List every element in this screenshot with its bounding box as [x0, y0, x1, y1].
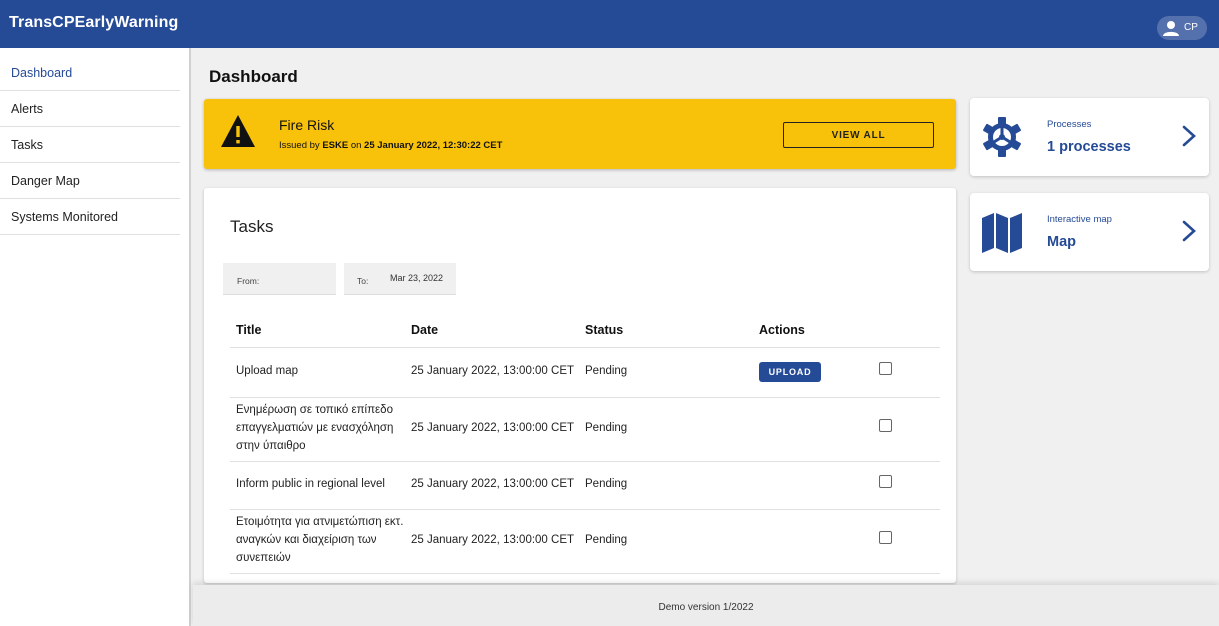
to-date-field[interactable]: To: Mar 23, 2022	[344, 263, 456, 295]
column-header-title[interactable]: Title	[230, 313, 405, 348]
task-select-cell	[863, 347, 940, 398]
task-title: Upload map	[230, 347, 405, 398]
task-status: Pending	[579, 461, 753, 510]
task-actions-cell: UPLOAD	[753, 347, 863, 398]
main-content: Dashboard Fire Risk Issued by ESKE on 25…	[193, 48, 1219, 626]
chevron-right-icon[interactable]	[1181, 219, 1197, 243]
app-title[interactable]: TransCPEarlyWarning	[9, 14, 178, 32]
task-actions-cell	[753, 461, 863, 510]
map-icon	[982, 213, 1022, 253]
table-row: Ετοιμότητα για ατνιμετώπιση εκτ. αναγκών…	[230, 509, 940, 574]
table-row: Upload map 25 January 2022, 13:00:00 CET…	[230, 347, 940, 398]
chevron-right-icon[interactable]	[1181, 124, 1197, 148]
sidebar-item-danger-map[interactable]: Danger Map	[0, 163, 180, 199]
column-header-date[interactable]: Date	[405, 313, 579, 348]
task-date: 25 January 2022, 13:00:00 CET	[405, 509, 579, 574]
alert-subtitle: Issued by ESKE on 25 January 2022, 12:30…	[279, 140, 502, 151]
column-header-select	[863, 313, 940, 348]
alert-on-word: on	[350, 140, 362, 151]
row-checkbox[interactable]	[879, 531, 892, 545]
interactive-map-card[interactable]: Interactive map Map	[970, 193, 1209, 271]
task-date: 25 January 2022, 13:00:00 CET	[405, 397, 579, 462]
to-date-value: Mar 23, 2022	[390, 273, 444, 283]
alert-issuer: ESKE	[322, 140, 349, 151]
sidebar-item-alerts[interactable]: Alerts	[0, 91, 180, 127]
task-select-cell	[863, 509, 940, 574]
footer-version-text: Demo version 1/2022	[658, 602, 754, 613]
task-title: Ενημέρωση σε τοπικό επίπεδο επαγγελματιώ…	[230, 397, 405, 462]
tasks-title: Tasks	[230, 217, 274, 236]
task-select-cell	[863, 461, 940, 510]
to-date-label: To:	[357, 276, 369, 286]
processes-count: 1 processes	[1047, 139, 1131, 155]
task-status: Pending	[579, 347, 753, 398]
sidebar: Dashboard Alerts Tasks Danger Map System…	[0, 48, 191, 626]
from-date-field[interactable]: From:	[223, 263, 336, 295]
table-row: Inform public in regional level 25 Janua…	[230, 461, 940, 510]
alert-banner: Fire Risk Issued by ESKE on 25 January 2…	[204, 99, 956, 169]
alert-issued-prefix: Issued by	[279, 140, 320, 151]
alert-datetime: 25 January 2022, 12:30:22 CET	[364, 140, 503, 151]
row-checkbox[interactable]	[879, 362, 892, 376]
task-title: Inform public in regional level	[230, 461, 405, 510]
page-title: Dashboard	[209, 67, 298, 86]
gear-icon	[983, 117, 1021, 157]
tasks-table: Title Date Status Actions Upload map 25 …	[230, 313, 940, 574]
table-row: Ενημέρωση σε τοπικό επίπεδο επαγγελματιώ…	[230, 397, 940, 462]
top-app-bar: TransCPEarlyWarning CP	[0, 0, 1219, 48]
user-menu-button[interactable]: CP	[1157, 16, 1207, 40]
sidebar-item-systems-monitored[interactable]: Systems Monitored	[0, 199, 180, 235]
column-header-actions: Actions	[753, 313, 863, 348]
sidebar-item-tasks[interactable]: Tasks	[0, 127, 180, 163]
processes-label: Processes	[1047, 119, 1092, 130]
user-avatar-icon	[1163, 21, 1179, 36]
task-date: 25 January 2022, 13:00:00 CET	[405, 347, 579, 398]
task-actions-cell	[753, 397, 863, 462]
table-header-row: Title Date Status Actions	[230, 313, 940, 348]
column-header-status[interactable]: Status	[579, 313, 753, 348]
row-checkbox[interactable]	[879, 475, 892, 489]
sidebar-item-dashboard[interactable]: Dashboard	[0, 48, 180, 91]
alert-title: Fire Risk	[279, 117, 335, 133]
tasks-card: Tasks From: To: Mar 23, 2022 Title Date …	[204, 188, 956, 583]
task-status: Pending	[579, 397, 753, 462]
footer: Demo version 1/2022	[193, 585, 1219, 626]
task-status: Pending	[579, 509, 753, 574]
from-date-label: From:	[237, 276, 260, 286]
map-card-value: Map	[1047, 234, 1076, 250]
map-card-label: Interactive map	[1047, 214, 1112, 225]
user-initials: CP	[1184, 22, 1198, 33]
warning-icon	[221, 115, 255, 147]
task-date: 25 January 2022, 13:00:00 CET	[405, 461, 579, 510]
row-checkbox[interactable]	[879, 419, 892, 433]
view-all-button[interactable]: VIEW ALL	[783, 122, 934, 148]
task-actions-cell	[753, 509, 863, 574]
processes-card[interactable]: Processes 1 processes	[970, 98, 1209, 176]
upload-button[interactable]: UPLOAD	[759, 362, 821, 382]
task-title: Ετοιμότητα για ατνιμετώπιση εκτ. αναγκών…	[230, 509, 405, 574]
task-select-cell	[863, 397, 940, 462]
